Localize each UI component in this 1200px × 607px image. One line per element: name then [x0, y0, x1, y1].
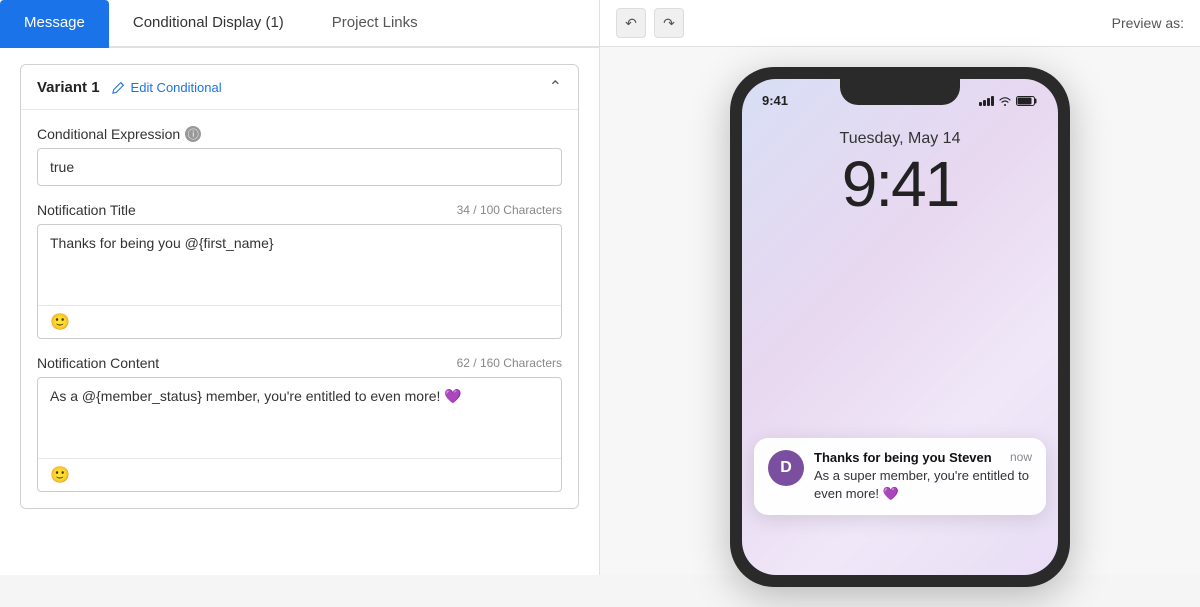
notification-content-label: Notification Content: [37, 355, 159, 371]
notification-title-label-row: Notification Title 34 / 100 Characters: [37, 202, 562, 218]
notification-title-wrapper: Thanks for being you @{first_name} 🙂: [37, 224, 562, 339]
notif-time: now: [1010, 450, 1032, 464]
signal-icon: [979, 96, 994, 106]
phone-frame: 9:41: [730, 67, 1070, 587]
notif-title: Thanks for being you Steven: [814, 450, 992, 465]
notification-content-group: Notification Content 62 / 160 Characters…: [37, 355, 562, 492]
notif-title-row: Thanks for being you Steven now: [814, 450, 1032, 465]
edit-conditional-icon: [112, 80, 126, 94]
notification-content-emoji-btn[interactable]: 🙂: [38, 458, 561, 491]
info-icon[interactable]: ⓘ: [185, 126, 201, 142]
preview-header: ↶ ↷ Preview as:: [600, 0, 1200, 47]
notification-content-char-count: 62 / 160 Characters: [457, 356, 562, 370]
lock-time: 9:41: [842, 152, 959, 216]
status-time: 9:41: [762, 93, 788, 108]
tab-conditional-display[interactable]: Conditional Display (1): [109, 0, 308, 48]
tab-message[interactable]: Message: [0, 0, 109, 48]
phone-container: 9:41: [600, 47, 1200, 607]
edit-conditional-button[interactable]: Edit Conditional: [112, 80, 222, 95]
variant-header: Variant 1 Edit Conditional ⌃: [21, 65, 578, 110]
edit-conditional-label: Edit Conditional: [131, 80, 222, 95]
variant-box: Variant 1 Edit Conditional ⌃: [20, 64, 579, 509]
notification-title-group: Notification Title 34 / 100 Characters T…: [37, 202, 562, 339]
notification-title-label: Notification Title: [37, 202, 136, 218]
notif-message: As a super member, you're entitled to ev…: [814, 467, 1032, 503]
notification-content-input[interactable]: As a @{member_status} member, you're ent…: [38, 378, 561, 453]
collapse-icon[interactable]: ⌃: [549, 77, 562, 97]
preview-label: Preview as:: [1112, 15, 1184, 31]
right-panel: ↶ ↷ Preview as: 9:41: [600, 0, 1200, 575]
variant-body: Conditional Expression ⓘ Notification Ti…: [21, 110, 578, 508]
tabs-bar: Message Conditional Display (1) Project …: [0, 0, 599, 48]
notification-header: D Thanks for being you Steven now As a s…: [768, 450, 1032, 503]
tab-project-links[interactable]: Project Links: [308, 0, 442, 48]
notification-title-char-count: 34 / 100 Characters: [457, 203, 562, 217]
phone-notch: [840, 79, 960, 105]
notification-card: D Thanks for being you Steven now As a s…: [754, 438, 1046, 515]
notification-content-wrapper: As a @{member_status} member, you're ent…: [37, 377, 562, 492]
redo-button[interactable]: ↷: [654, 8, 684, 38]
lock-screen-content: Tuesday, May 14 9:41: [742, 114, 1058, 216]
notif-body: Thanks for being you Steven now As a sup…: [814, 450, 1032, 503]
phone-screen: 9:41: [742, 79, 1058, 575]
preview-controls: ↶ ↷: [616, 8, 684, 38]
lock-date: Tuesday, May 14: [840, 130, 961, 148]
left-panel: Message Conditional Display (1) Project …: [0, 0, 600, 575]
notification-title-emoji-btn[interactable]: 🙂: [38, 305, 561, 338]
conditional-expression-input[interactable]: [37, 148, 562, 186]
notification-title-input[interactable]: Thanks for being you @{first_name}: [38, 225, 561, 300]
undo-button[interactable]: ↶: [616, 8, 646, 38]
conditional-expression-label: Conditional Expression ⓘ: [37, 126, 201, 142]
status-icons: [979, 94, 1038, 108]
conditional-expression-group: Conditional Expression ⓘ: [37, 126, 562, 186]
wifi-icon: [998, 94, 1012, 108]
battery-icon: [1016, 95, 1038, 107]
conditional-expression-label-row: Conditional Expression ⓘ: [37, 126, 562, 142]
notification-content-label-row: Notification Content 62 / 160 Characters: [37, 355, 562, 371]
notif-avatar: D: [768, 450, 804, 486]
panel-content: Variant 1 Edit Conditional ⌃: [0, 48, 599, 575]
variant-title: Variant 1: [37, 79, 100, 96]
